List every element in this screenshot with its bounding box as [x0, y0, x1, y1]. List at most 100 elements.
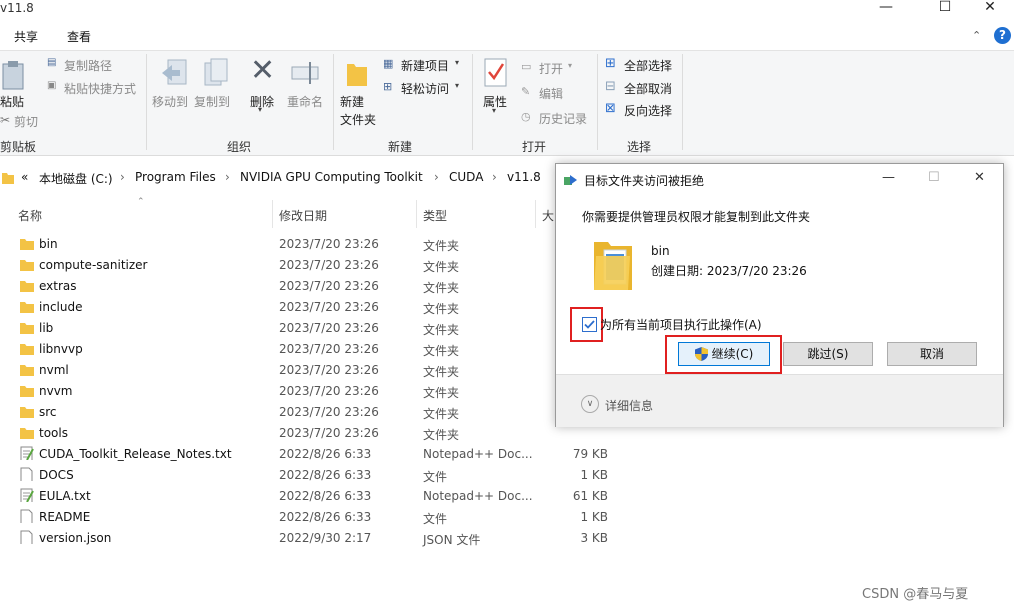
properties-icon [484, 58, 507, 87]
breadcrumb-separator[interactable]: › [120, 170, 125, 184]
chevron-down-icon[interactable]: ▾ [492, 106, 496, 115]
skip-button[interactable]: 跳过(S) [783, 342, 873, 366]
continue-button[interactable]: 继续(C) [678, 342, 770, 366]
file-name: src [39, 405, 57, 419]
new-folder-icon [347, 64, 367, 86]
chevron-down-icon[interactable]: ∨ [581, 395, 599, 413]
breadcrumb-separator[interactable]: › [492, 170, 497, 184]
file-type: 文件夹 [423, 302, 460, 316]
folder-icon [20, 260, 34, 271]
move-to-button[interactable]: 移动到 [152, 93, 188, 110]
continue-label: 继续(C) [711, 347, 754, 361]
paste-label[interactable]: 粘贴 [0, 93, 24, 110]
breadcrumb-item[interactable]: v11.8 [507, 170, 541, 184]
edit-button[interactable]: 编辑 [539, 85, 563, 102]
file-name: bin [39, 237, 58, 251]
minimize-button[interactable]: — [868, 0, 904, 16]
copy-path-button[interactable]: 复制路径 [64, 57, 112, 74]
apply-to-all-label[interactable]: 为所有当前项目执行此操作(A) [600, 316, 762, 333]
column-divider[interactable] [272, 200, 273, 228]
delete-icon: ✕ [250, 53, 276, 88]
file-icon [20, 530, 33, 544]
dialog-close-button[interactable]: ✕ [974, 170, 985, 185]
dialog-message: 你需要提供管理员权限才能复制到此文件夹 [582, 210, 811, 224]
column-header-date[interactable]: 修改日期 [279, 207, 327, 224]
chevron-down-icon[interactable]: ▾ [455, 58, 459, 67]
easy-access-icon: ⊞ [383, 80, 393, 93]
column-header-name[interactable]: 名称 [18, 207, 42, 224]
new-item-button[interactable]: 新建项目 [401, 57, 449, 74]
file-row[interactable]: README 2022/8/26 6:33 文件 1 KB [0, 507, 620, 528]
column-header-size[interactable]: 大 [542, 207, 554, 224]
file-row[interactable]: tools 2023/7/20 23:26 文件夹 [0, 423, 620, 444]
new-folder-button-line2[interactable]: 文件夹 [340, 111, 376, 128]
checkmark-icon [584, 320, 595, 329]
file-date: 2023/7/20 23:26 [279, 300, 379, 314]
file-row[interactable]: libnvvp 2023/7/20 23:26 文件夹 [0, 339, 620, 360]
folder-icon [20, 407, 34, 418]
tab-view[interactable]: 查看 [67, 28, 91, 45]
dialog-minimize-button[interactable]: — [882, 170, 895, 185]
breadcrumb-item[interactable]: CUDA [449, 170, 483, 184]
file-row[interactable]: nvvm 2023/7/20 23:26 文件夹 [0, 381, 620, 402]
file-row[interactable]: include 2023/7/20 23:26 文件夹 [0, 297, 620, 318]
rename-button[interactable]: 重命名 [287, 93, 323, 110]
cancel-button[interactable]: 取消 [887, 342, 977, 366]
edit-icon: ✎ [521, 85, 531, 98]
file-row[interactable]: CUDA_Toolkit_Release_Notes.txt 2022/8/26 … [0, 444, 620, 465]
new-item-icon: ▦ [383, 57, 394, 70]
chevron-down-icon[interactable]: ▾ [455, 81, 459, 90]
file-row[interactable]: extras 2023/7/20 23:26 文件夹 [0, 276, 620, 297]
maximize-button[interactable]: ☐ [927, 0, 963, 16]
open-button[interactable]: 打开 [539, 60, 563, 77]
column-header-type[interactable]: 类型 [423, 207, 447, 224]
file-row[interactable]: bin 2023/7/20 23:26 文件夹 [0, 234, 620, 255]
watermark: CSDN @春马与夏 [862, 587, 969, 602]
file-type: 文件夹 [423, 260, 460, 274]
select-none-button[interactable]: 全部取消 [624, 80, 672, 97]
breadcrumb-item[interactable]: Program Files [135, 170, 216, 184]
file-date: 2022/8/26 6:33 [279, 468, 372, 482]
file-date: 2022/9/30 2:17 [279, 531, 372, 545]
easy-access-button[interactable]: 轻松访问 [401, 80, 449, 97]
file-row[interactable]: lib 2023/7/20 23:26 文件夹 [0, 318, 620, 339]
file-row[interactable]: DOCS 2022/8/26 6:33 文件 1 KB [0, 465, 620, 486]
file-row[interactable]: nvml 2023/7/20 23:26 文件夹 [0, 360, 620, 381]
file-row[interactable]: src 2023/7/20 23:26 文件夹 [0, 402, 620, 423]
file-row[interactable]: EULA.txt 2022/8/26 6:33 Notepad++ Doc... 61… [0, 486, 620, 507]
tab-share[interactable]: 共享 [14, 28, 38, 45]
folder-icon [20, 302, 34, 313]
new-folder-button[interactable]: 新建 [340, 93, 364, 110]
breadcrumb-item[interactable]: NVIDIA GPU Computing Toolkit [240, 170, 423, 184]
help-icon[interactable]: ? [994, 27, 1011, 44]
close-button[interactable]: ✕ [972, 0, 1008, 16]
open-icon: ▭ [521, 60, 532, 73]
ribbon-collapse-icon[interactable]: ⌃ [972, 29, 981, 42]
group-clipboard-title: 剪贴板 [0, 140, 37, 154]
breadcrumb-item[interactable]: 本地磁盘 (C:) [39, 170, 113, 187]
invert-selection-button[interactable]: 反向选择 [624, 102, 672, 119]
details-toggle[interactable]: 详细信息 [605, 397, 653, 414]
chevron-down-icon[interactable]: ▾ [568, 61, 572, 70]
file-row[interactable]: compute-sanitizer 2023/7/20 23:26 文件夹 [0, 255, 620, 276]
copy-to-button[interactable]: 复制到 [194, 93, 230, 110]
group-open-title: 打开 [522, 140, 547, 154]
dialog-title: 目标文件夹访问被拒绝 [584, 174, 705, 188]
select-all-button[interactable]: 全部选择 [624, 57, 672, 74]
folder-icon [20, 281, 34, 292]
cut-button[interactable]: 剪切 [14, 113, 38, 130]
column-divider[interactable] [535, 200, 536, 228]
chevron-down-icon[interactable]: ▾ [258, 105, 262, 114]
breadcrumb-separator[interactable]: › [434, 170, 439, 184]
rename-icon [291, 62, 319, 84]
history-button[interactable]: 历史记录 [539, 110, 587, 127]
apply-to-all-checkbox[interactable] [582, 317, 597, 332]
breadcrumb-separator[interactable]: › [225, 170, 230, 184]
address-overflow[interactable]: « [21, 170, 28, 184]
column-divider[interactable] [416, 200, 417, 228]
file-row[interactable]: version.json 2022/9/30 2:17 JSON 文件 3 KB [0, 528, 620, 549]
paste-shortcut-button[interactable]: 粘贴快捷方式 [64, 80, 136, 97]
file-type: JSON 文件 [423, 533, 481, 547]
file-date: 2023/7/20 23:26 [279, 321, 379, 335]
file-type: Notepad++ Doc... [423, 489, 533, 503]
